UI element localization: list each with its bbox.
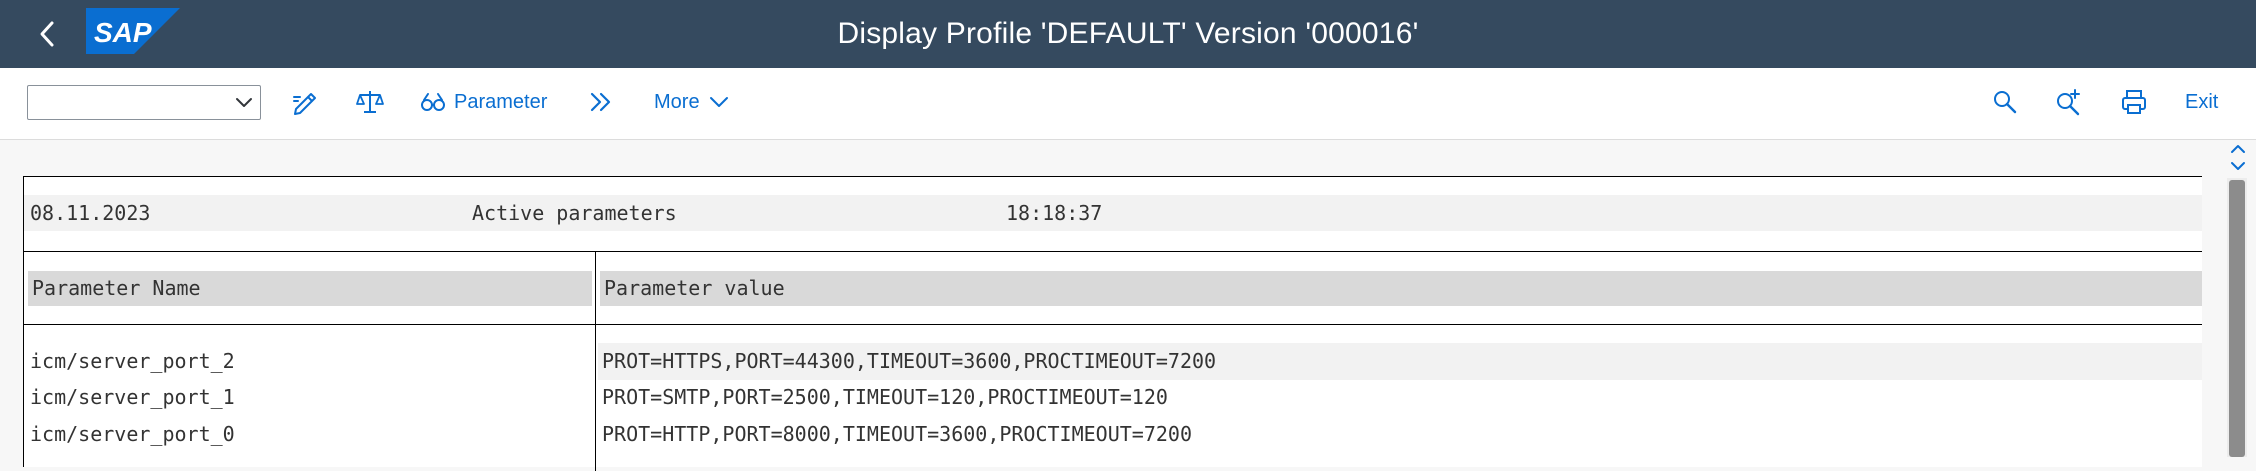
more-menu-button[interactable]: More (654, 82, 730, 122)
param-name-cell[interactable]: icm/server_port_2 (30, 349, 235, 373)
display-icon (421, 93, 445, 111)
column-header-value[interactable]: Parameter value (600, 271, 2202, 306)
chevron-down-icon[interactable] (234, 94, 254, 112)
find-next-button[interactable] (2055, 82, 2083, 122)
shell-bar: SAP Display Profile 'DEFAULT' Version '0… (0, 0, 2256, 68)
report-time: 18:18:37 (1006, 201, 1103, 225)
more-label: More (654, 90, 700, 113)
parameter-button[interactable]: Parameter (420, 82, 547, 122)
scroll-down-icon[interactable] (2224, 160, 2252, 172)
param-name-cell[interactable]: icm/server_port_0 (30, 422, 235, 446)
chevron-down-icon (709, 97, 728, 107)
exit-button[interactable]: Exit (2185, 82, 2218, 122)
report-header-line: 08.11.2023 Active parameters 18:18:37 (24, 195, 2202, 231)
column-header-name[interactable]: Parameter Name (28, 271, 592, 306)
search-next-icon (2057, 89, 2080, 116)
report-list: 08.11.2023 Active parameters 18:18:37 Pa… (23, 176, 2202, 471)
command-input[interactable] (28, 86, 228, 119)
parameter-label: Parameter (454, 90, 548, 113)
report-heading: Active parameters (472, 201, 677, 225)
param-value-cell[interactable]: PROT=HTTP,PORT=8000,TIMEOUT=3600,PROCTIM… (602, 422, 1192, 446)
print-icon (2122, 90, 2146, 114)
scrollbar-thumb[interactable] (2229, 180, 2245, 457)
content-area: 08.11.2023 Active parameters 18:18:37 Pa… (0, 140, 2256, 471)
edit-icon (293, 93, 316, 115)
application-toolbar: Parameter More Exit (0, 68, 2256, 140)
search-icon (1994, 91, 2017, 114)
edit-button[interactable] (290, 82, 320, 122)
print-button[interactable] (2120, 82, 2148, 122)
report-date: 08.11.2023 (30, 201, 151, 225)
param-value-cell[interactable]: PROT=HTTPS,PORT=44300,TIMEOUT=3600,PROCT… (602, 349, 1216, 373)
overflow-nav-button[interactable] (588, 82, 614, 122)
column-divider (595, 251, 596, 471)
divider (24, 251, 2202, 252)
double-chevron-icon (590, 92, 611, 112)
divider (24, 324, 2202, 325)
param-name-cell[interactable]: icm/server_port_1 (30, 385, 235, 409)
compare-icon (356, 91, 384, 113)
scroll-up-icon[interactable] (2224, 143, 2252, 155)
compare-button[interactable] (355, 82, 385, 122)
find-button[interactable] (1992, 82, 2018, 122)
exit-label: Exit (2185, 90, 2219, 113)
page-title: Display Profile 'DEFAULT' Version '00001… (837, 17, 1419, 50)
param-value-cell[interactable]: PROT=SMTP,PORT=2500,TIMEOUT=120,PROCTIME… (602, 385, 1168, 409)
command-field[interactable] (27, 85, 261, 120)
